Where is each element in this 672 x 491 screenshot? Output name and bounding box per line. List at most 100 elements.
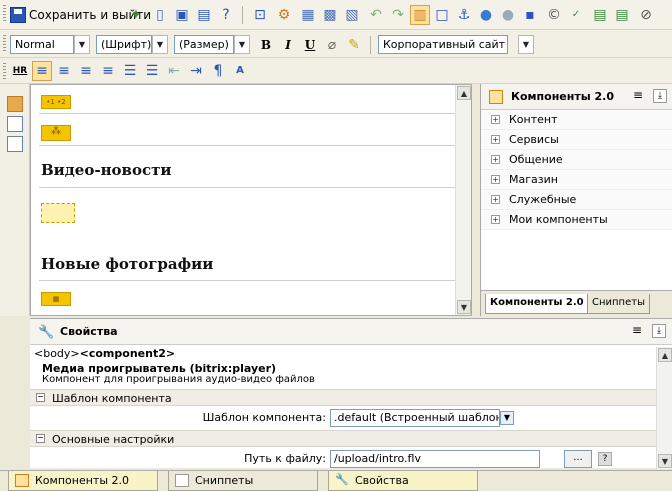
scroll-up-icon[interactable]: ▲ xyxy=(658,348,672,362)
toolbar-grip-3[interactable] xyxy=(3,63,6,81)
expand-icon[interactable]: + xyxy=(491,155,500,164)
template-select[interactable]: Корпоративный сайт xyxy=(378,35,508,54)
expand-icon[interactable]: + xyxy=(491,215,500,224)
component-placeholder-icon[interactable]: •1 •2 xyxy=(41,95,71,109)
properties-scrollbar[interactable]: ▲ ▼ xyxy=(656,347,672,469)
style-dropdown-arrow[interactable]: ▼ xyxy=(74,35,90,54)
expand-icon[interactable]: + xyxy=(491,135,500,144)
frame-icon[interactable]: □ xyxy=(432,5,452,25)
paste-text-icon[interactable]: ▧ xyxy=(342,5,362,25)
anchor-icon[interactable]: ⚓ xyxy=(454,5,474,25)
link-icon[interactable]: ● xyxy=(476,5,496,25)
expand-icon[interactable]: + xyxy=(491,115,500,124)
outdent-icon[interactable]: ⇤ xyxy=(164,61,184,81)
view-mode-toolbar xyxy=(0,84,30,316)
breadcrumb-component[interactable]: <component2> xyxy=(80,347,175,360)
form-icon[interactable]: ▤ xyxy=(590,5,610,25)
tab-properties-bottom[interactable]: 🔧 Свойства xyxy=(328,471,478,491)
code-mode-icon[interactable] xyxy=(7,116,23,132)
tab-snippets-bottom[interactable]: Сниппеты xyxy=(168,471,318,491)
paste-icon[interactable]: ▦ xyxy=(298,5,318,25)
align-center-icon[interactable]: ≡ xyxy=(54,61,74,81)
photo-gallery-component-icon[interactable]: ▦ xyxy=(41,292,71,306)
template-dropdown-arrow[interactable]: ▼ xyxy=(500,411,514,425)
undo-icon[interactable]: ↶ xyxy=(366,5,386,25)
category-my-components[interactable]: + Мои компоненты xyxy=(481,210,672,230)
toolbar-grip-2[interactable] xyxy=(3,35,6,53)
panel-menu-icon[interactable]: ≡ xyxy=(630,324,644,338)
help-icon[interactable]: ? xyxy=(216,5,236,25)
scroll-down-icon[interactable]: ▼ xyxy=(457,300,471,314)
properties-panel: 🔧 Свойства ≡ ⤓ <body><component2> Медиа … xyxy=(30,318,672,469)
tab-components-bottom[interactable]: Компоненты 2.0 xyxy=(8,471,158,491)
align-justify-icon[interactable]: ≡ xyxy=(98,61,118,81)
template-dropdown-arrow[interactable]: ▼ xyxy=(518,35,534,54)
spellcheck-icon[interactable]: ✦ xyxy=(126,5,146,25)
tab-snippets[interactable]: Сниппеты xyxy=(587,294,650,314)
underline-button[interactable]: U xyxy=(300,35,320,54)
editor-scrollbar[interactable]: ▲ ▼ xyxy=(455,85,471,315)
collapse-icon[interactable]: − xyxy=(36,434,45,443)
panel-dock-icon[interactable]: ⤓ xyxy=(653,89,667,103)
bold-button[interactable]: B xyxy=(256,35,276,54)
spell-abc-icon[interactable]: ✓ xyxy=(566,5,586,25)
size-select[interactable]: (Размер) xyxy=(174,35,234,54)
fullscreen-icon[interactable]: ⊡ xyxy=(250,5,270,25)
media-player-component-icon[interactable] xyxy=(41,203,75,223)
save-icon-2[interactable]: ▣ xyxy=(172,5,192,25)
font-select[interactable]: (Шрифт) xyxy=(96,35,152,54)
font-color-icon[interactable]: A xyxy=(230,61,250,81)
hr-button[interactable]: HR xyxy=(10,61,30,81)
align-right-icon[interactable]: ≡ xyxy=(76,61,96,81)
breadcrumb-body[interactable]: <body> xyxy=(34,347,80,360)
scroll-up-icon[interactable]: ▲ xyxy=(457,86,471,100)
split-mode-icon[interactable] xyxy=(7,136,23,152)
browse-button[interactable]: ... xyxy=(564,450,592,468)
components-panel-header: Компоненты 2.0 ≡ ⤓ xyxy=(481,84,672,110)
file-path-input[interactable]: /upload/intro.flv xyxy=(330,450,540,468)
redo-icon[interactable]: ↷ xyxy=(388,5,408,25)
bullet-list-icon[interactable]: ☰ xyxy=(142,61,162,81)
wysiwyg-mode-icon[interactable] xyxy=(7,96,23,112)
expand-icon[interactable]: + xyxy=(491,195,500,204)
template-select[interactable]: .default (Встроенный шаблон) xyxy=(330,409,500,427)
image-icon[interactable]: ▪ xyxy=(520,5,540,25)
unlink-icon[interactable]: ● xyxy=(498,5,518,25)
special-char-icon[interactable]: © xyxy=(544,5,564,25)
expand-icon[interactable]: + xyxy=(491,175,500,184)
highlight-icon[interactable]: ✎ xyxy=(344,35,364,55)
panel-menu-icon[interactable]: ≡ xyxy=(631,89,645,103)
clear-icon[interactable]: ⊘ xyxy=(636,5,656,25)
category-communication[interactable]: + Общение xyxy=(481,150,672,170)
section-template[interactable]: − Шаблон компонента xyxy=(30,389,656,406)
remove-format-icon[interactable]: ⌀ xyxy=(322,35,342,55)
section-main-settings[interactable]: − Основные настройки xyxy=(30,430,656,447)
editor-area[interactable]: •1 •2 ⁂ Видео-новости Новые фотографии ▦… xyxy=(30,84,472,316)
scroll-down-icon[interactable]: ▼ xyxy=(658,454,672,468)
align-left-icon[interactable]: ≡ xyxy=(32,61,52,81)
ordered-list-icon[interactable]: ☰ xyxy=(120,61,140,81)
form-2-icon[interactable]: ▤ xyxy=(612,5,632,25)
collapse-icon[interactable]: − xyxy=(36,393,45,402)
category-content[interactable]: + Контент xyxy=(481,110,672,130)
indent-icon[interactable]: ⇥ xyxy=(186,61,206,81)
component-placeholder-icon-2[interactable]: ⁂ xyxy=(41,125,71,141)
tab-components[interactable]: Компоненты 2.0 xyxy=(485,294,589,314)
panel-dock-icon[interactable]: ⤓ xyxy=(652,324,666,338)
style-select[interactable]: Normal xyxy=(10,35,74,54)
text-direction-icon[interactable]: ¶ xyxy=(208,61,228,81)
toolbar-grip[interactable] xyxy=(3,5,6,23)
help-icon[interactable]: ? xyxy=(598,452,612,466)
properties-title: Свойства xyxy=(60,325,118,338)
save-as-icon[interactable]: ▤ xyxy=(194,5,214,25)
size-dropdown-arrow[interactable]: ▼ xyxy=(234,35,250,54)
paste-word-icon[interactable]: ▩ xyxy=(320,5,340,25)
settings-icon[interactable]: ⚙ xyxy=(274,5,294,25)
table-icon[interactable]: ▥ xyxy=(410,5,430,25)
category-services[interactable]: + Сервисы xyxy=(481,130,672,150)
italic-button[interactable]: I xyxy=(278,35,298,54)
category-shop[interactable]: + Магазин xyxy=(481,170,672,190)
category-utility[interactable]: + Служебные xyxy=(481,190,672,210)
font-dropdown-arrow[interactable]: ▼ xyxy=(152,35,168,54)
new-document-icon[interactable]: ▯ xyxy=(150,5,170,25)
